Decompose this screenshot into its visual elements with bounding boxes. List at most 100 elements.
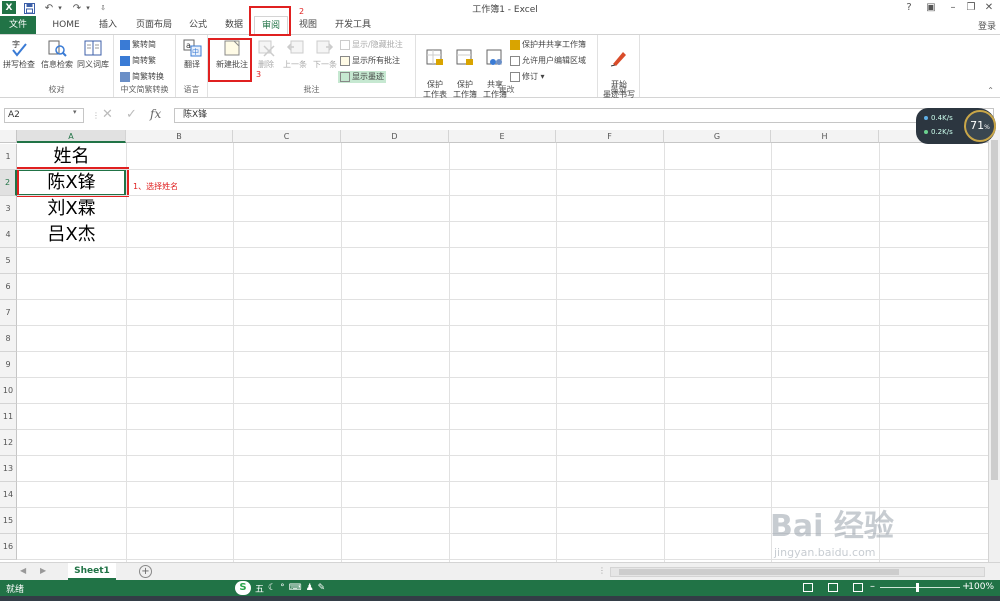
sheet-tab-sheet1[interactable]: Sheet1 <box>68 563 116 580</box>
help-icon[interactable]: ? <box>900 1 918 14</box>
user-icon[interactable]: ♟ <box>306 583 314 593</box>
row-header-6[interactable]: 6 <box>0 274 17 300</box>
redo-dropdown-icon[interactable]: ▾ <box>84 1 92 15</box>
next-sheet-icon[interactable]: ▶ <box>40 566 46 575</box>
to-traditional-button[interactable]: 简转繁 <box>120 55 156 67</box>
formula-input[interactable]: 陈X锋 <box>174 108 994 123</box>
normal-view-icon[interactable] <box>803 583 813 592</box>
row-header-4[interactable]: 4 <box>0 222 17 248</box>
allow-edit-ranges-button[interactable]: 允许用户编辑区域 <box>510 55 586 67</box>
tab-page-layout[interactable]: 页面布局 <box>128 16 180 34</box>
show-ink-button[interactable]: 显示墨迹 <box>338 71 386 83</box>
column-header-f[interactable]: F <box>556 130 664 143</box>
next-comment-button[interactable]: 下一条 <box>310 38 340 70</box>
column-header-e[interactable]: E <box>449 130 556 143</box>
customize-qat-icon[interactable]: ⇩ <box>98 1 108 15</box>
undo-icon[interactable]: ↶ <box>42 1 56 15</box>
zoom-slider-handle[interactable] <box>916 583 919 592</box>
row-header-7[interactable]: 7 <box>0 300 17 326</box>
research-icon <box>48 40 67 57</box>
track-changes-button[interactable]: 修订 ▾ <box>510 71 545 83</box>
to-traditional-icon <box>120 55 130 66</box>
row-header-5[interactable]: 5 <box>0 248 17 274</box>
row-header-16[interactable]: 16 <box>0 534 17 560</box>
restore-icon[interactable]: ❐ <box>962 1 980 14</box>
minimize-icon[interactable]: – <box>944 1 962 14</box>
show-all-comments-button[interactable]: 显示所有批注 <box>340 55 400 67</box>
group-label-comments: 批注 <box>303 85 320 94</box>
column-header-g[interactable]: G <box>664 130 771 143</box>
row-header-12[interactable]: 12 <box>0 430 17 456</box>
tab-insert[interactable]: 插入 <box>92 16 124 34</box>
row-header-3[interactable]: 3 <box>0 196 17 222</box>
row-header-8[interactable]: 8 <box>0 326 17 352</box>
status-bar: 就绪 S 五 ☾ ° ⌨ ♟ ✎ – + 100% <box>0 580 1000 596</box>
page-break-view-icon[interactable] <box>853 583 863 592</box>
column-header-h[interactable]: H <box>771 130 879 143</box>
row-header-9[interactable]: 9 <box>0 352 17 378</box>
zoom-slider[interactable] <box>880 587 960 588</box>
row-header-13[interactable]: 13 <box>0 456 17 482</box>
grid-line <box>556 143 557 562</box>
row-header-1[interactable]: 1 <box>0 144 17 170</box>
previous-sheet-icon[interactable]: ◀ <box>20 566 26 575</box>
cell-a3[interactable]: 刘X霖 <box>17 196 126 222</box>
to-simplified-button[interactable]: 繁转简 <box>120 39 156 51</box>
row-header-11[interactable]: 11 <box>0 404 17 430</box>
punctuation-icon[interactable]: ° <box>280 583 285 593</box>
tab-splitter-icon[interactable]: ⋮ <box>598 566 606 575</box>
tab-developer[interactable]: 开发工具 <box>330 16 376 34</box>
column-header-a[interactable]: A <box>17 130 126 143</box>
column-header-d[interactable]: D <box>341 130 449 143</box>
tab-file[interactable]: 文件 <box>0 16 36 34</box>
horizontal-scroll-thumb[interactable] <box>619 569 899 575</box>
cell-a4[interactable]: 吕X杰 <box>17 222 126 248</box>
zoom-out-icon[interactable]: – <box>870 581 875 592</box>
row-header-14[interactable]: 14 <box>0 482 17 508</box>
collapse-ribbon-icon[interactable]: ⌃ <box>987 86 994 95</box>
tab-data[interactable]: 数据 <box>218 16 250 34</box>
vertical-scrollbar[interactable] <box>988 130 1000 562</box>
vertical-scroll-thumb[interactable] <box>991 140 998 480</box>
moon-icon[interactable]: ☾ <box>268 583 276 593</box>
redo-icon[interactable]: ↷ <box>70 1 84 15</box>
name-box-dropdown-icon[interactable]: ▾ <box>73 108 77 116</box>
select-all-button[interactable] <box>0 130 17 143</box>
thesaurus-button[interactable]: 同义词库 <box>76 38 110 70</box>
protect-and-share-button[interactable]: 保护并共享工作簿 <box>510 39 586 51</box>
previous-comment-button[interactable]: 上一条 <box>280 38 310 70</box>
spell-check-button[interactable]: 字 拼写检查 <box>2 38 36 70</box>
delete-comment-button[interactable]: 删除 <box>252 38 280 70</box>
network-monitor-widget[interactable]: 0.4K/s 0.2K/s 71% <box>916 108 996 144</box>
sogou-icon[interactable]: S <box>235 581 251 595</box>
ime-toolbar[interactable]: S 五 ☾ ° ⌨ ♟ ✎ <box>235 580 325 596</box>
row-header-15[interactable]: 15 <box>0 508 17 534</box>
zoom-level[interactable]: 100% <box>968 582 994 592</box>
tab-formulas[interactable]: 公式 <box>184 16 212 34</box>
save-icon[interactable] <box>22 1 36 15</box>
horizontal-scrollbar[interactable] <box>610 567 985 577</box>
name-box[interactable]: A2 <box>4 108 84 123</box>
row-header-2[interactable]: 2 <box>0 170 17 196</box>
login-link[interactable]: 登录 <box>978 19 996 32</box>
research-button[interactable]: 信息检索 <box>40 38 74 70</box>
convert-button[interactable]: 简繁转换 <box>120 71 164 83</box>
wrench-icon[interactable]: ✎ <box>318 583 326 593</box>
keyboard-icon[interactable]: ⌨ <box>289 583 302 593</box>
enter-icon[interactable]: ✓ <box>126 107 137 122</box>
ime-mode[interactable]: 五 <box>255 582 264 595</box>
insert-function-icon[interactable]: fx <box>150 107 161 121</box>
ribbon-display-icon[interactable]: ▣ <box>922 1 940 14</box>
undo-dropdown-icon[interactable]: ▾ <box>56 1 64 15</box>
show-hide-comment-button[interactable]: 显示/隐藏批注 <box>340 39 403 51</box>
add-sheet-icon[interactable]: + <box>139 565 152 578</box>
cancel-icon[interactable]: ✕ <box>102 107 113 122</box>
tab-home[interactable]: HOME <box>44 16 88 34</box>
page-layout-view-icon[interactable] <box>828 583 838 592</box>
translate-button[interactable]: a中 翻译 <box>176 38 208 70</box>
tab-view[interactable]: 视图 <box>292 16 324 34</box>
close-icon[interactable]: ✕ <box>980 1 998 14</box>
column-header-c[interactable]: C <box>233 130 341 143</box>
column-header-b[interactable]: B <box>126 130 233 143</box>
row-header-10[interactable]: 10 <box>0 378 17 404</box>
